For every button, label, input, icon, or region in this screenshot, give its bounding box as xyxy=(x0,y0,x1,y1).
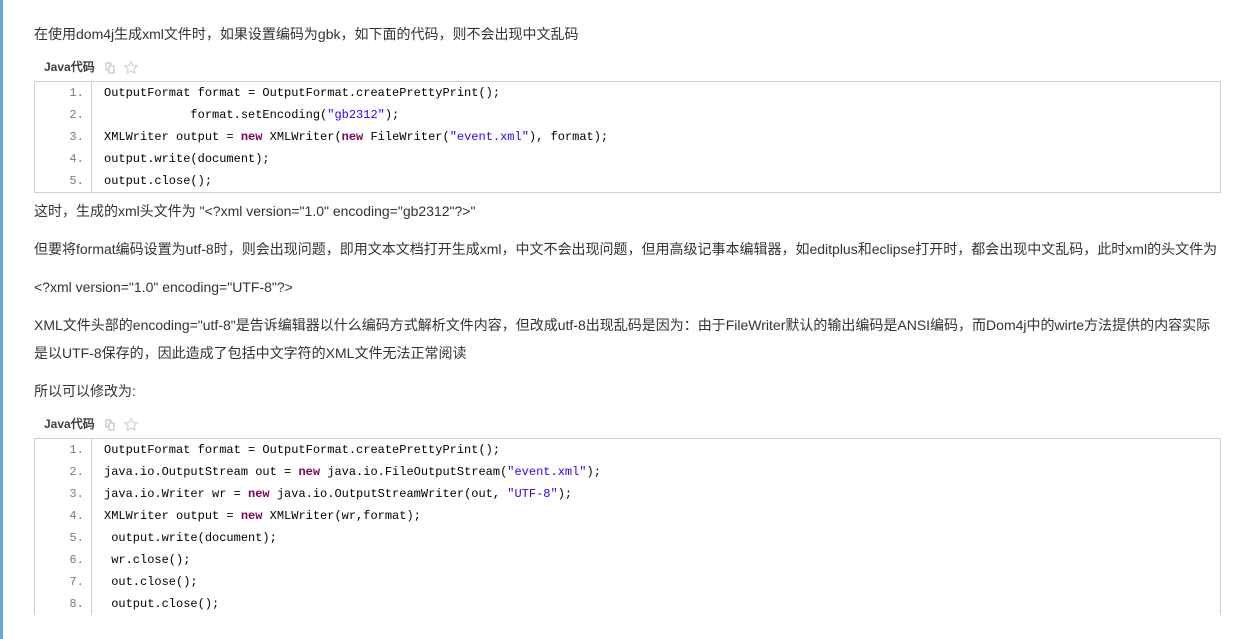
paragraph: 但要将format编码设置为utf-8时，则会出现问题，即用文本文档打开生成xm… xyxy=(34,235,1221,263)
code-line: output.close(); xyxy=(91,170,1220,192)
code-line: XMLWriter output = new XMLWriter(new Fil… xyxy=(91,126,1220,148)
code-line: OutputFormat format = OutputFormat.creat… xyxy=(91,439,1220,461)
paragraph: 在使用dom4j生成xml文件时，如果设置编码为gbk，如下面的代码，则不会出现… xyxy=(34,20,1221,48)
code-line: output.close(); xyxy=(91,593,1220,615)
code-lines: OutputFormat format = OutputFormat.creat… xyxy=(35,82,1220,192)
code-caption: Java代码 xyxy=(44,415,1221,434)
star-icon[interactable] xyxy=(123,417,139,433)
article-content: 在使用dom4j生成xml文件时，如果设置编码为gbk，如下面的代码，则不会出现… xyxy=(6,0,1249,639)
paragraph: 所以可以修改为: xyxy=(34,377,1221,405)
code-line: wr.close(); xyxy=(91,549,1220,571)
code-block: OutputFormat format = OutputFormat.creat… xyxy=(34,81,1221,193)
paragraph: <?xml version="1.0" encoding="UTF-8"?> xyxy=(34,273,1221,301)
code-line: output.write(document); xyxy=(91,148,1220,170)
code-line: java.io.Writer wr = new java.io.OutputSt… xyxy=(91,483,1220,505)
code-lines: OutputFormat format = OutputFormat.creat… xyxy=(35,439,1220,615)
code-language-label: Java代码 xyxy=(44,58,95,77)
paragraph: XML文件头部的encoding="utf-8"是告诉编辑器以什么编码方式解析文… xyxy=(34,311,1221,367)
code-block: OutputFormat format = OutputFormat.creat… xyxy=(34,438,1221,615)
code-line: format.setEncoding("gb2312"); xyxy=(91,104,1220,126)
copy-icon[interactable] xyxy=(101,60,117,76)
star-icon[interactable] xyxy=(123,60,139,76)
code-line: out.close(); xyxy=(91,571,1220,593)
code-language-label: Java代码 xyxy=(44,415,95,434)
copy-icon[interactable] xyxy=(101,417,117,433)
code-line: output.write(document); xyxy=(91,527,1220,549)
code-line: java.io.OutputStream out = new java.io.F… xyxy=(91,461,1220,483)
code-line: OutputFormat format = OutputFormat.creat… xyxy=(91,82,1220,104)
code-line: XMLWriter output = new XMLWriter(wr,form… xyxy=(91,505,1220,527)
paragraph: 这时，生成的xml头文件为 "<?xml version="1.0" encod… xyxy=(34,197,1221,225)
code-caption: Java代码 xyxy=(44,58,1221,77)
